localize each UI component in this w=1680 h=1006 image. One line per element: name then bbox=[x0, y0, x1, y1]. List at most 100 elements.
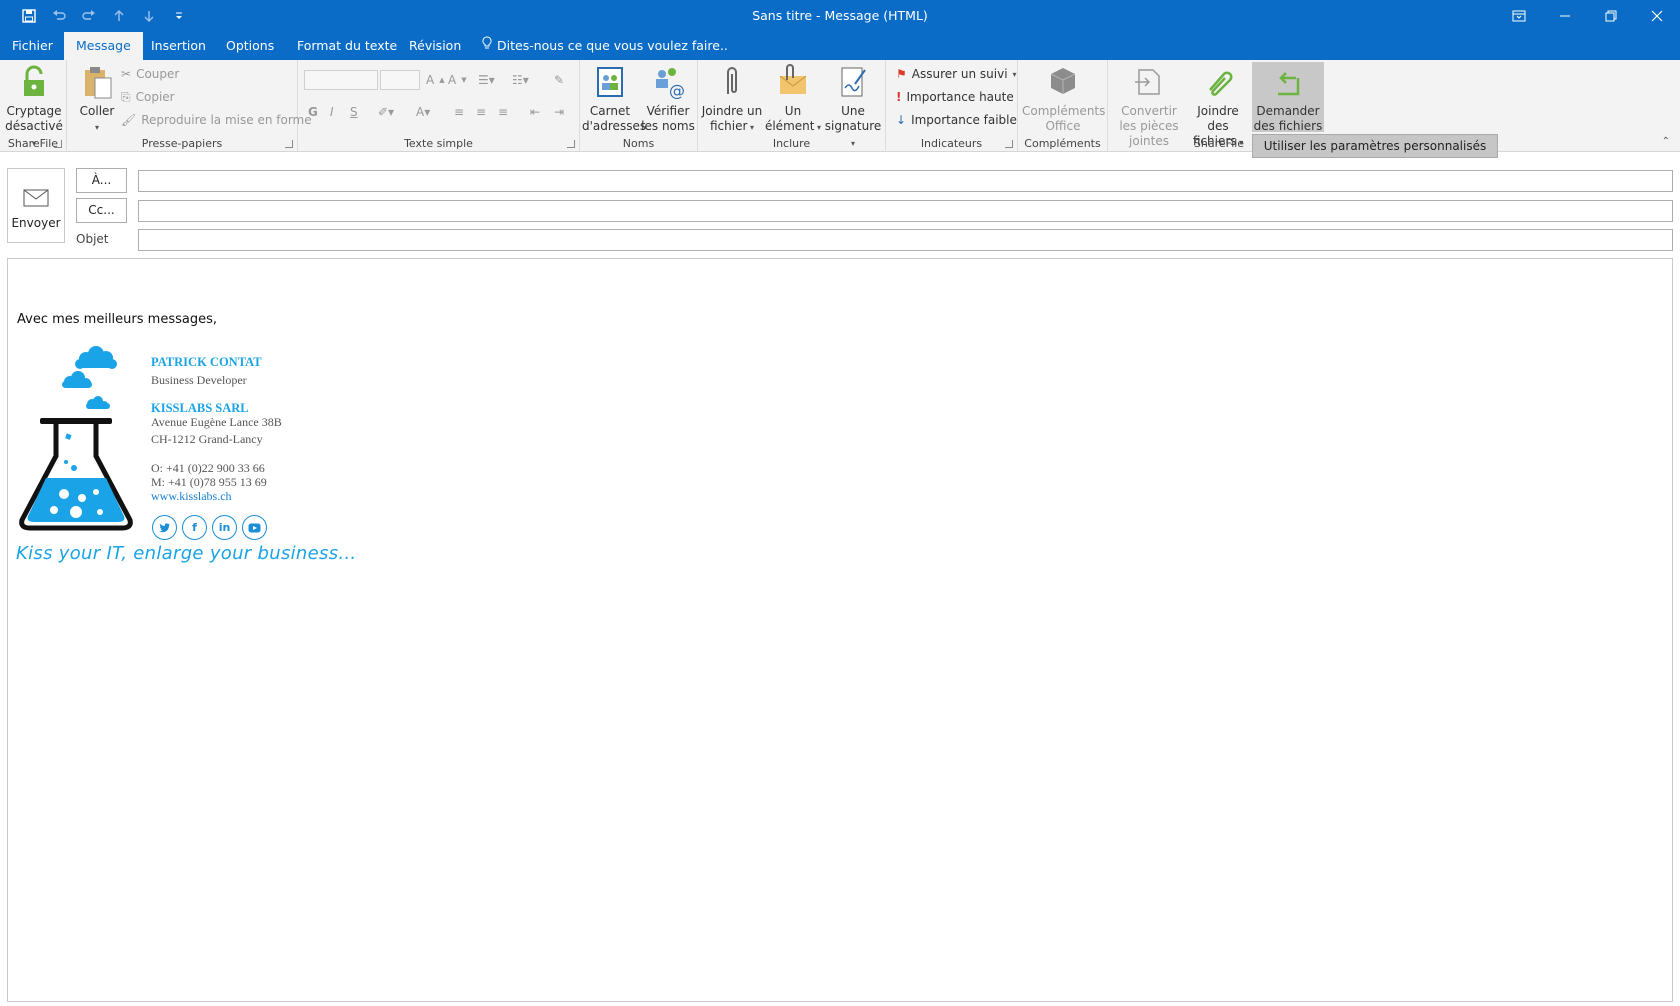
youtube-icon[interactable] bbox=[242, 515, 267, 540]
clear-format-icon[interactable]: ✎ bbox=[554, 70, 564, 90]
copy-icon: ⎘ bbox=[121, 89, 131, 104]
signature-icon bbox=[841, 67, 866, 97]
tell-me-text: Dites-nous ce que vous voulez faire.. bbox=[497, 38, 728, 53]
cut-label: Couper bbox=[136, 67, 180, 81]
office-addins-button[interactable]: Compléments Office bbox=[1022, 64, 1106, 134]
align-right-icon[interactable]: ≡ bbox=[498, 102, 508, 122]
office-addins-icon bbox=[1050, 68, 1076, 94]
to-button[interactable]: À... bbox=[76, 168, 127, 193]
signature-city: CH-1212 Grand-Lancy bbox=[151, 432, 263, 446]
paste-button[interactable]: Coller ▾ bbox=[73, 64, 121, 135]
group-launcher[interactable] bbox=[54, 140, 62, 148]
signature-role: Business Developer bbox=[151, 373, 247, 387]
flag-icon: ⚑ bbox=[896, 67, 907, 81]
send-button[interactable]: Envoyer bbox=[7, 168, 65, 243]
subject-field[interactable] bbox=[138, 229, 1673, 251]
group-names: Carnet d'adresses @ Vérifier les noms No… bbox=[580, 60, 698, 152]
website-link[interactable]: www.kisslabs.ch bbox=[151, 489, 232, 503]
grow-font-icon[interactable]: A ▲ bbox=[426, 70, 445, 90]
kisslabs-logo bbox=[19, 346, 133, 531]
check-names-button[interactable]: @ Vérifier les noms bbox=[640, 64, 696, 134]
collapse-ribbon-icon[interactable]: ⌃ bbox=[1662, 136, 1670, 147]
group-label-basic-text: Texte simple bbox=[404, 137, 473, 150]
format-painter-label: Reproduire la mise en forme bbox=[141, 113, 312, 127]
high-importance-button[interactable]: ! Importance haute bbox=[896, 87, 1014, 107]
address-book-icon bbox=[597, 67, 623, 97]
italic-icon[interactable]: I bbox=[330, 102, 334, 122]
group-label-clipboard: Presse-papiers bbox=[141, 137, 223, 150]
signature-street: Avenue Eugène Lance 38B bbox=[151, 415, 282, 429]
group-label-names: Noms bbox=[622, 137, 655, 150]
lightbulb-icon bbox=[482, 32, 492, 60]
bold-icon[interactable]: G bbox=[308, 102, 318, 122]
group-label-tags: Indicateurs bbox=[920, 137, 983, 150]
bullets-icon[interactable]: ☰▾ bbox=[478, 70, 495, 90]
tab-revision[interactable]: Révision bbox=[397, 32, 473, 60]
cc-field[interactable] bbox=[138, 200, 1673, 222]
group-launcher[interactable] bbox=[1005, 140, 1013, 148]
group-label-include: Inclure bbox=[772, 137, 811, 150]
request-files-menu-item[interactable]: Utiliser les paramètres personnalisés bbox=[1252, 134, 1498, 158]
font-name-box[interactable] bbox=[304, 70, 378, 90]
font-size-box[interactable] bbox=[380, 70, 420, 90]
increase-indent-icon[interactable]: ⇥ bbox=[554, 102, 564, 122]
format-painter-button[interactable]: 🖌 Reproduire la mise en forme bbox=[121, 110, 312, 130]
attach-item-label: Un élément bbox=[764, 104, 815, 133]
padlock-icon bbox=[24, 65, 44, 96]
envelope-clip-icon bbox=[779, 64, 807, 94]
restore-icon[interactable] bbox=[1588, 0, 1634, 32]
group-label-addins: Compléments bbox=[1024, 137, 1101, 150]
window-title: Sans titre - Message (HTML) bbox=[752, 8, 928, 23]
address-book-button[interactable]: Carnet d'adresses bbox=[582, 64, 646, 134]
signature-company: KISSLABS SARL bbox=[151, 401, 249, 415]
numbering-icon[interactable]: ☷▾ bbox=[512, 70, 529, 90]
signature-slogan: Kiss your IT, enlarge your business... bbox=[16, 543, 357, 564]
highlight-icon[interactable]: ✐▾ bbox=[378, 102, 394, 122]
align-left-icon[interactable]: ≡ bbox=[454, 102, 464, 122]
attach-file-button[interactable]: Joindre un fichier ▾ bbox=[701, 64, 763, 135]
attach-item-button[interactable]: Un élément ▾ bbox=[764, 64, 822, 135]
window-controls bbox=[1496, 0, 1680, 32]
signature-website[interactable]: www.kisslabs.ch bbox=[151, 489, 232, 504]
minimize-icon[interactable] bbox=[1542, 0, 1588, 32]
facebook-icon[interactable]: f bbox=[182, 515, 207, 540]
signature-label: Une signature bbox=[824, 104, 882, 133]
font-color-icon[interactable]: A▾ bbox=[416, 102, 430, 122]
tab-format-du-texte[interactable]: Format du texte bbox=[285, 32, 409, 60]
cc-button[interactable]: Cc... bbox=[76, 198, 127, 223]
group-sharefile-encryption: Cryptage désactivé ▾ ShareFile bbox=[0, 60, 67, 152]
copy-label: Copier bbox=[135, 90, 175, 104]
underline-icon[interactable]: S bbox=[350, 102, 358, 122]
paste-label: Coller bbox=[79, 104, 115, 118]
group-launcher[interactable] bbox=[285, 140, 293, 148]
linkedin-icon[interactable]: in bbox=[212, 515, 237, 540]
shrink-font-icon[interactable]: A ▼ bbox=[448, 70, 467, 90]
to-field[interactable] bbox=[138, 170, 1673, 192]
tab-insertion[interactable]: Insertion bbox=[139, 32, 218, 60]
office-addins-label: Compléments Office bbox=[1022, 104, 1106, 133]
follow-up-label: Assurer un suivi bbox=[911, 67, 1008, 81]
clipboard-icon bbox=[85, 67, 112, 99]
group-launcher[interactable] bbox=[567, 140, 575, 148]
follow-up-button[interactable]: ⚑ Assurer un suivi ▾ bbox=[896, 64, 1017, 84]
tab-fichier[interactable]: Fichier bbox=[0, 32, 65, 60]
greeting-text: Avec mes meilleurs messages, bbox=[17, 312, 217, 327]
copy-button[interactable]: ⎘ Copier bbox=[121, 87, 175, 107]
ribbon-display-options-icon[interactable] bbox=[1496, 0, 1542, 32]
green-paperclip-icon bbox=[1209, 71, 1233, 96]
decrease-indent-icon[interactable]: ⇤ bbox=[530, 102, 540, 122]
low-importance-button[interactable]: ↓ Importance faible bbox=[896, 110, 1017, 130]
request-files-button[interactable]: Demander des fichiers ▾ bbox=[1252, 62, 1324, 148]
tab-message[interactable]: Message bbox=[64, 32, 143, 60]
signature-phone-mobile: M: +41 (0)78 955 13 69 bbox=[151, 475, 267, 489]
close-icon[interactable] bbox=[1634, 0, 1680, 32]
paintbrush-icon: 🖌 bbox=[121, 113, 137, 127]
twitter-icon[interactable] bbox=[152, 515, 177, 540]
arrow-down-blue-icon: ↓ bbox=[896, 113, 907, 127]
cut-button[interactable]: ✂ Couper bbox=[121, 64, 179, 84]
align-center-icon[interactable]: ≡ bbox=[476, 102, 486, 122]
title-bar: Sans titre - Message (HTML) bbox=[0, 0, 1680, 32]
signature-phone-office: O: +41 (0)22 900 33 66 bbox=[151, 461, 265, 475]
tell-me-box[interactable]: Dites-nous ce que vous voulez faire.. bbox=[482, 32, 728, 60]
tab-options[interactable]: Options bbox=[214, 32, 286, 60]
